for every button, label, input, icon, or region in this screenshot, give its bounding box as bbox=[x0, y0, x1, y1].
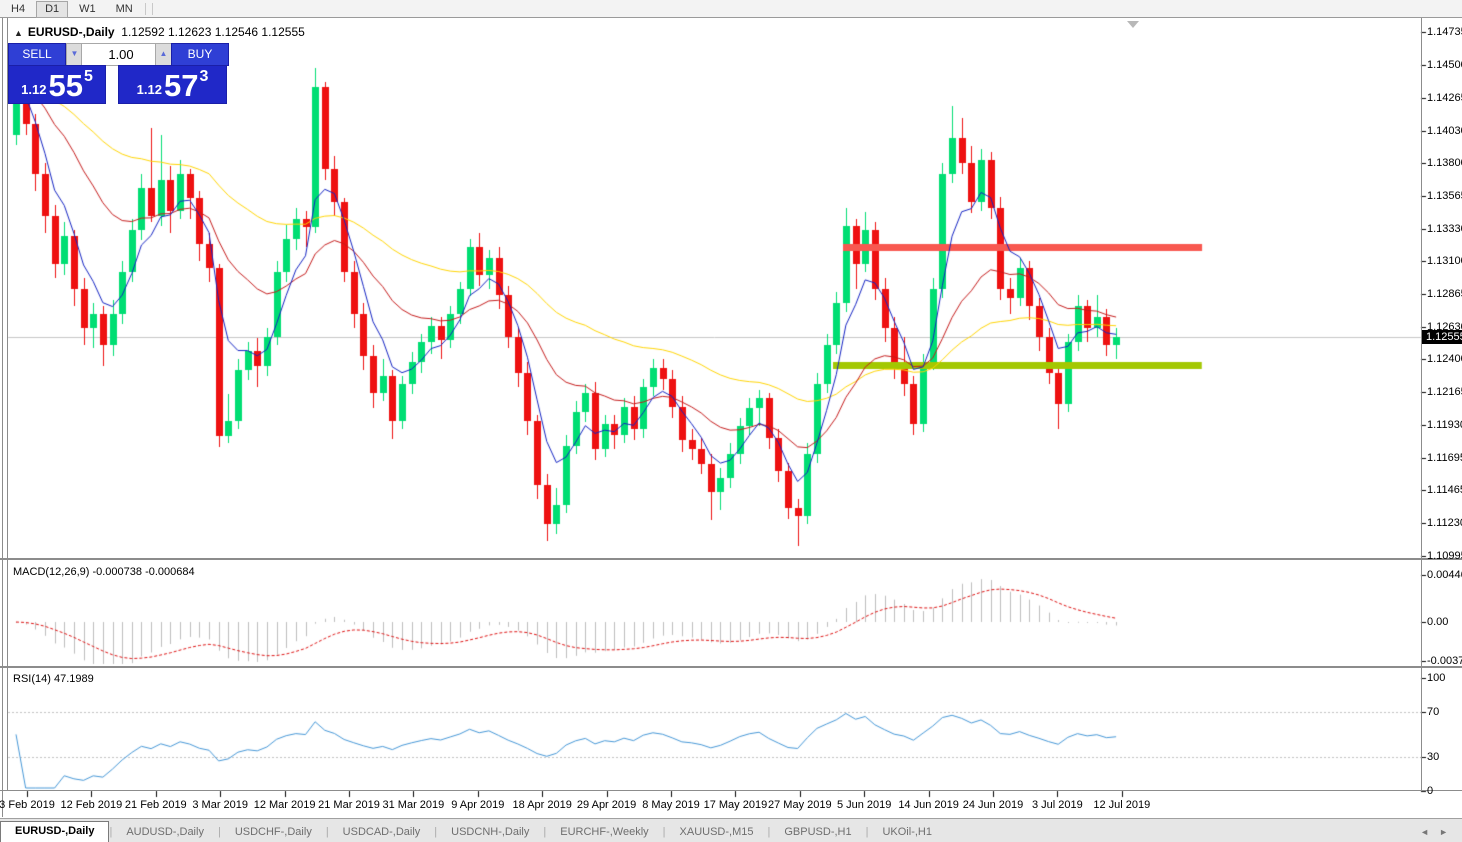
date-axis-label: 12 Jul 2019 bbox=[1093, 799, 1150, 811]
chart-tab-bar: EURUSD-,Daily|AUDUSD-,Daily|USDCHF-,Dail… bbox=[0, 818, 1462, 842]
tab-eurchf-weekly[interactable]: EURCHF-,Weekly bbox=[546, 823, 662, 842]
timeframe-button-mn[interactable]: MN bbox=[107, 1, 142, 18]
date-axis-label: 3 Mar 2019 bbox=[192, 799, 248, 811]
price-axis-label: 1.14030 bbox=[1427, 125, 1462, 137]
buy-price-display[interactable]: 1.12 57 3 bbox=[118, 65, 227, 104]
macd-axis-label: 0.00 bbox=[1427, 616, 1448, 628]
price-axis-label: 1.13565 bbox=[1427, 190, 1462, 202]
date-axis-label: 31 Mar 2019 bbox=[383, 799, 445, 811]
price-axis-label: 1.11230 bbox=[1427, 517, 1462, 529]
tab-scroll-buttons: ◄► bbox=[1420, 827, 1458, 837]
timeframe-button-w1[interactable]: W1 bbox=[70, 1, 105, 18]
rsi-label: RSI(14) 47.1989 bbox=[13, 673, 94, 685]
buy-price-big: 57 bbox=[164, 72, 198, 100]
pane-separator-macd[interactable] bbox=[0, 558, 1462, 560]
chart-shift-marker[interactable] bbox=[1127, 21, 1139, 28]
date-axis-label: 3 Feb 2019 bbox=[0, 799, 55, 811]
date-axis-label: 3 Jul 2019 bbox=[1032, 799, 1083, 811]
date-axis-label: 29 Apr 2019 bbox=[577, 799, 636, 811]
timeframe-button-h4[interactable]: H4 bbox=[2, 1, 34, 18]
tab-usdcad-daily[interactable]: USDCAD-,Daily bbox=[329, 823, 435, 842]
window-left-border bbox=[2, 18, 3, 817]
macd-axis-label: 0.004465 bbox=[1427, 569, 1462, 581]
price-axis-label: 1.12165 bbox=[1427, 386, 1462, 398]
toolbar-separator bbox=[145, 3, 146, 15]
price-axis-label: 1.11465 bbox=[1427, 484, 1462, 496]
date-axis-label: 17 May 2019 bbox=[704, 799, 768, 811]
date-axis-label: 21 Feb 2019 bbox=[125, 799, 187, 811]
tab-usdcnh-daily[interactable]: USDCNH-,Daily bbox=[437, 823, 543, 842]
chart-surface[interactable] bbox=[8, 18, 1421, 790]
date-axis-label: 12 Feb 2019 bbox=[61, 799, 123, 811]
toolbar-separator bbox=[152, 3, 153, 15]
tab-audusd-daily[interactable]: AUDUSD-,Daily bbox=[112, 823, 218, 842]
buy-price-prefix: 1.12 bbox=[137, 82, 162, 97]
rsi-axis-label: 0 bbox=[1427, 785, 1433, 797]
date-axis-label: 24 Jun 2019 bbox=[963, 799, 1024, 811]
sell-price-pip: 5 bbox=[84, 68, 93, 86]
timeframe-button-d1[interactable]: D1 bbox=[36, 1, 68, 18]
window-left-border-inner bbox=[7, 18, 8, 790]
date-axis-label: 18 Apr 2019 bbox=[513, 799, 572, 811]
volume-input[interactable] bbox=[81, 43, 161, 66]
ohlc-quote-line: 1.12592 1.12623 1.12546 1.12555 bbox=[121, 25, 305, 39]
price-scale-border bbox=[1421, 18, 1422, 790]
date-axis-label: 14 Jun 2019 bbox=[898, 799, 959, 811]
date-axis-label: 12 Mar 2019 bbox=[254, 799, 316, 811]
chart-title[interactable]: ▲ EURUSD-,Daily 1.12592 1.12623 1.12546 1… bbox=[14, 25, 305, 39]
sell-price-display[interactable]: 1.12 55 5 bbox=[8, 65, 106, 104]
price-axis-label: 1.11930 bbox=[1427, 419, 1462, 431]
price-axis-label: 1.12865 bbox=[1427, 288, 1462, 300]
tab-gbpusd-h1[interactable]: GBPUSD-,H1 bbox=[770, 823, 865, 842]
macd-axis-label: -0.003715 bbox=[1427, 655, 1462, 667]
buy-price-pip: 3 bbox=[199, 68, 208, 86]
sell-price-big: 55 bbox=[48, 72, 82, 100]
rsi-axis-label: 70 bbox=[1427, 706, 1439, 718]
rsi-axis-label: 100 bbox=[1427, 672, 1445, 684]
current-price-badge: 1.12555 bbox=[1422, 330, 1462, 344]
tab-scroll-right-icon[interactable]: ► bbox=[1439, 827, 1458, 837]
date-axis-label: 9 Apr 2019 bbox=[451, 799, 504, 811]
sell-price-prefix: 1.12 bbox=[21, 82, 46, 97]
date-axis-label: 21 Mar 2019 bbox=[318, 799, 380, 811]
date-axis-label: 8 May 2019 bbox=[642, 799, 699, 811]
collapse-arrow-icon[interactable]: ▲ bbox=[14, 28, 23, 38]
sell-button[interactable]: SELL bbox=[8, 43, 66, 66]
tab-xauusd-m15[interactable]: XAUUSD-,M15 bbox=[666, 823, 768, 842]
macd-label: MACD(12,26,9) -0.000738 -0.000684 bbox=[13, 566, 195, 578]
tab-usdchf-daily[interactable]: USDCHF-,Daily bbox=[221, 823, 326, 842]
price-axis-label: 1.12400 bbox=[1427, 353, 1462, 365]
price-axis-label: 1.13800 bbox=[1427, 157, 1462, 169]
price-axis-label: 1.14265 bbox=[1427, 92, 1462, 104]
axis-separator bbox=[0, 790, 1462, 791]
tab-ukoil-h1[interactable]: UKOil-,H1 bbox=[868, 823, 946, 842]
price-axis-label: 1.14500 bbox=[1427, 59, 1462, 71]
price-axis-label: 1.10995 bbox=[1427, 550, 1462, 562]
price-axis-label: 1.13100 bbox=[1427, 255, 1462, 267]
timeframe-toolbar: H4D1W1MN bbox=[0, 0, 1462, 18]
pane-separator-rsi[interactable] bbox=[0, 666, 1462, 668]
price-axis-label: 1.13330 bbox=[1427, 223, 1462, 235]
date-axis-label: 27 May 2019 bbox=[768, 799, 832, 811]
tab-scroll-left-icon[interactable]: ◄ bbox=[1420, 827, 1439, 837]
volume-increment-button[interactable]: ▲ bbox=[155, 43, 172, 66]
buy-button[interactable]: BUY bbox=[171, 43, 229, 66]
price-axis-label: 1.14735 bbox=[1427, 26, 1462, 38]
tab-eurusd-daily[interactable]: EURUSD-,Daily bbox=[0, 821, 109, 842]
symbol-name: EURUSD-,Daily bbox=[28, 25, 115, 39]
price-axis-label: 1.11695 bbox=[1427, 452, 1462, 464]
date-axis-label: 5 Jun 2019 bbox=[837, 799, 891, 811]
one-click-trading-panel: SELL ▼ ▲ BUY 1.12 55 5 1.12 57 3 bbox=[8, 43, 227, 104]
rsi-axis-label: 30 bbox=[1427, 751, 1439, 763]
